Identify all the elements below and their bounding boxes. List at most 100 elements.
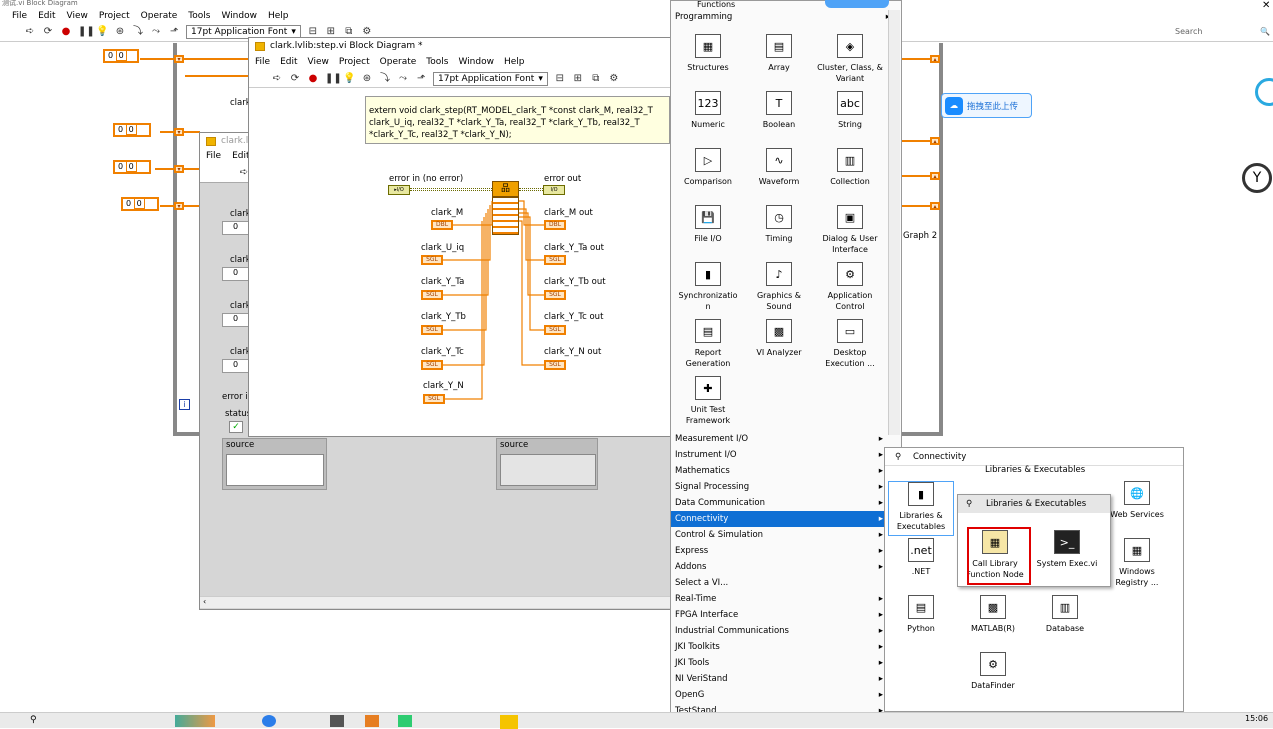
category-mathematics[interactable]: Mathematics ▸ <box>671 463 889 479</box>
highlight-icon[interactable]: 💡 <box>343 73 355 85</box>
run-continuous-icon[interactable]: ⟳ <box>42 26 54 38</box>
search-icon[interactable]: ⚲ <box>30 715 37 725</box>
palette-item-vi-analyzer[interactable]: ▩ VI Analyzer <box>746 319 812 358</box>
pin-icon[interactable]: ⚲ <box>895 448 901 466</box>
category-signal-processing[interactable]: Signal Processing ▸ <box>671 479 889 495</box>
category-addons[interactable]: Addons ▸ <box>671 559 889 575</box>
numeric-field[interactable]: 0 <box>222 267 250 281</box>
step-out-icon[interactable]: ⬏ <box>415 73 427 85</box>
palette-item-array[interactable]: ▤ Array <box>746 34 812 73</box>
palette-item-file-i-o[interactable]: 💾 File I/O <box>675 205 741 244</box>
menu-project[interactable]: Project <box>99 11 130 21</box>
abort-icon[interactable]: ● <box>307 73 319 85</box>
numeric-field[interactable]: 0 <box>222 313 250 327</box>
category-data-communication[interactable]: Data Communication ▸ <box>671 495 889 511</box>
taskbar-app-icon[interactable] <box>398 715 412 727</box>
abort-icon[interactable]: ● <box>60 26 72 38</box>
palette-item-collection[interactable]: ▥ Collection <box>817 148 883 187</box>
step-over-icon[interactable]: ⤳ <box>397 73 409 85</box>
connectivity-item-datafinder[interactable]: ⚙ DataFinder <box>960 652 1026 691</box>
palette-item-cluster-class-variant[interactable]: ◈ Cluster, Class, & Variant <box>817 34 883 84</box>
palette-item-timing[interactable]: ◷ Timing <box>746 205 812 244</box>
numeric-field[interactable]: 0 <box>222 359 250 373</box>
numeric-control[interactable]: 0 0 <box>121 197 159 211</box>
error-in-terminal[interactable]: ▸I/O <box>388 185 410 195</box>
connectivity-item-libraries-executables[interactable]: ▮ Libraries & Executables <box>888 481 954 536</box>
taskbar-app-icon[interactable] <box>365 715 379 727</box>
connectivity-item-net[interactable]: .net .NET <box>888 538 954 577</box>
palette-item-graphics-sound[interactable]: ♪ Graphics & Sound <box>746 262 812 312</box>
menu-edit[interactable]: Edit <box>38 11 55 21</box>
error-out-terminal[interactable]: I/O <box>543 185 565 195</box>
numeric-control[interactable]: 0 0 <box>103 49 139 63</box>
menu-view[interactable]: View <box>308 57 329 67</box>
taskbar-app-icon[interactable] <box>500 715 518 729</box>
menu-file[interactable]: File <box>12 11 27 21</box>
step-into-icon[interactable]: ⤵ <box>379 73 391 85</box>
numeric-control[interactable]: 0 0 <box>113 123 151 137</box>
pause-icon[interactable]: ❚❚ <box>325 73 342 85</box>
palette-item-boolean[interactable]: T Boolean <box>746 91 812 130</box>
bd-font-select[interactable]: 17pt Application Font ▾ <box>433 71 548 86</box>
category-industrial-communications[interactable]: Industrial Communications ▸ <box>671 623 889 639</box>
menu-operate[interactable]: Operate <box>141 11 178 21</box>
menu-file[interactable]: File <box>206 151 221 161</box>
run-arrow-icon[interactable]: ➪ <box>24 26 36 38</box>
category-ni-veristand[interactable]: NI VeriStand ▸ <box>671 671 889 687</box>
retain-wire-icon[interactable]: ⊛ <box>114 26 126 38</box>
menu-project[interactable]: Project <box>339 57 370 67</box>
highlight-icon[interactable]: 💡 <box>96 26 108 38</box>
step-into-icon[interactable]: ⤵ <box>132 26 144 38</box>
pause-icon[interactable]: ❚❚ <box>78 26 95 38</box>
close-icon[interactable]: ✕ <box>1262 0 1270 11</box>
menu-window[interactable]: Window <box>221 11 257 21</box>
category-jki-tools[interactable]: JKI Tools ▸ <box>671 655 889 671</box>
category-instrument-io[interactable]: Instrument I/O ▸ <box>671 447 889 463</box>
palette-item-synchronizatio-n[interactable]: ▮ Synchronizatio n <box>675 262 741 312</box>
align-icon[interactable]: ⊟ <box>554 73 566 85</box>
palette-scrollbar[interactable] <box>888 10 900 435</box>
menu-tools[interactable]: Tools <box>188 11 210 21</box>
run-continuous-icon[interactable]: ⟳ <box>289 73 301 85</box>
category-control-simulation[interactable]: Control & Simulation ▸ <box>671 527 889 543</box>
category-fpga-interface[interactable]: FPGA Interface ▸ <box>671 607 889 623</box>
menu-window[interactable]: Window <box>458 57 494 67</box>
side-app-icon[interactable] <box>1255 78 1273 106</box>
step-out-icon[interactable]: ⬏ <box>168 26 180 38</box>
category-real-time[interactable]: Real-Time ▸ <box>671 591 889 607</box>
category-connectivity[interactable]: Connectivity ▸ <box>671 511 889 527</box>
menu-operate[interactable]: Operate <box>380 57 417 67</box>
palette-category-title[interactable]: Programming▸ ▴ <box>671 10 901 24</box>
run-arrow-icon[interactable]: ➪ <box>271 73 283 85</box>
category-measurement-io[interactable]: Measurement I/O ▸ <box>671 431 889 447</box>
connectivity-item-windows-registry[interactable]: ▦ Windows Registry ... <box>1104 538 1170 588</box>
palette-item-waveform[interactable]: ∿ Waveform <box>746 148 812 187</box>
numeric-control[interactable]: 0 0 <box>113 160 151 174</box>
palette-item-unit-test-framework[interactable]: ✚ Unit Test Framework <box>675 376 741 426</box>
category-express[interactable]: Express ▸ <box>671 543 889 559</box>
pin-icon[interactable]: ⚲ <box>966 495 972 513</box>
taskbar-app-icon[interactable] <box>175 715 215 727</box>
palette-item-string[interactable]: abc String <box>817 91 883 130</box>
menu-help[interactable]: Help <box>504 57 525 67</box>
connectivity-item-database[interactable]: ▥ Database <box>1032 595 1098 634</box>
category-select-vi[interactable]: Select a VI... <box>671 575 889 591</box>
connectivity-item-python[interactable]: ▤ Python <box>888 595 954 634</box>
step-over-icon[interactable]: ⤳ <box>150 26 162 38</box>
menu-view[interactable]: View <box>67 11 88 21</box>
category-openg[interactable]: OpenG ▸ <box>671 687 889 703</box>
upload-button[interactable]: ☁ 拖拽至此上传 <box>941 93 1032 118</box>
palette-item-report-generation[interactable]: ▤ Report Generation <box>675 319 741 369</box>
menu-edit[interactable]: Edit <box>280 57 297 67</box>
menu-file[interactable]: File <box>255 57 270 67</box>
menu-help[interactable]: Help <box>268 11 289 21</box>
cleanup-icon[interactable]: ⚙ <box>608 73 620 85</box>
system-exec-vi[interactable]: >_ System Exec.vi <box>1034 530 1100 569</box>
palette-item-dialog-user-interface[interactable]: ▣ Dialog & User Interface <box>817 205 883 255</box>
retain-wire-icon[interactable]: ⊛ <box>361 73 373 85</box>
connectivity-item-matlab-r[interactable]: ▩ MATLAB(R) <box>960 595 1026 634</box>
source-string[interactable] <box>500 454 596 486</box>
palette-item-numeric[interactable]: 123 Numeric <box>675 91 741 130</box>
menu-tools[interactable]: Tools <box>426 57 448 67</box>
connectivity-item-web-services[interactable]: 🌐 Web Services <box>1104 481 1170 520</box>
